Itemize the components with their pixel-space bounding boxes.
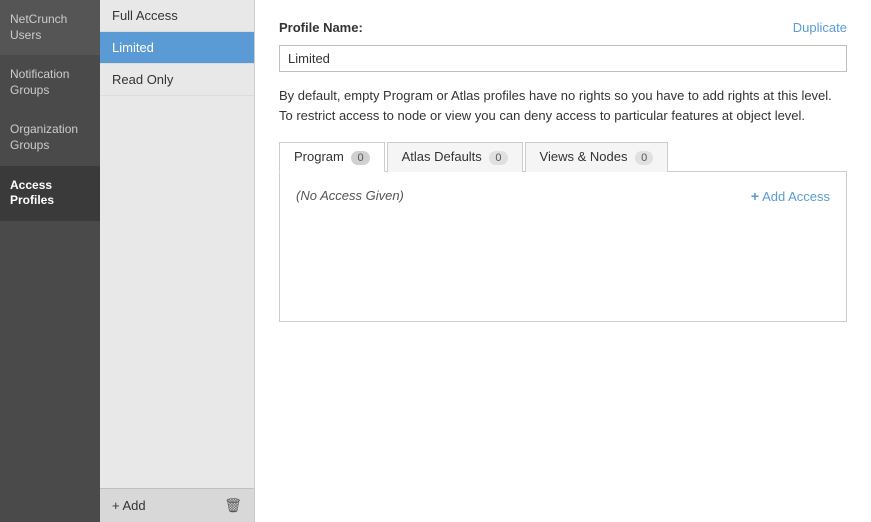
sidebar-item-label: Notification Groups: [10, 67, 90, 98]
sidebar-item-notification-groups[interactable]: Notification Groups: [0, 55, 100, 110]
sidebar-item-organization-groups[interactable]: Organization Groups: [0, 110, 100, 165]
tab-badge-views-nodes: 0: [635, 151, 653, 165]
no-access-text: (No Access Given): [296, 188, 404, 203]
add-access-label: Add Access: [762, 189, 830, 204]
tab-atlas-defaults[interactable]: Atlas Defaults 0: [387, 142, 523, 172]
profile-name-input[interactable]: [279, 45, 847, 72]
trash-icon: 🗑: [224, 497, 242, 513]
sidebar-item-label: Access Profiles: [10, 178, 90, 209]
profile-name-label: Profile Name:: [279, 20, 363, 35]
profile-header: Profile Name: Duplicate: [279, 20, 847, 35]
description-text: By default, empty Program or Atlas profi…: [279, 86, 847, 125]
tab-program[interactable]: Program 0: [279, 142, 385, 172]
profile-list-items: Full AccessLimitedRead Only: [100, 0, 254, 488]
tabs: Program 0Atlas Defaults 0Views & Nodes 0: [279, 141, 847, 172]
profile-list-item-full-access[interactable]: Full Access: [100, 0, 254, 32]
sidebar-item-netcrunch-users[interactable]: NetCrunch Users: [0, 0, 100, 55]
sidebar-item-label: NetCrunch Users: [10, 12, 90, 43]
add-profile-button[interactable]: + Add: [112, 498, 146, 513]
sidebar-item-access-profiles[interactable]: Access Profiles: [0, 166, 100, 221]
profile-list-item-limited[interactable]: Limited: [100, 32, 254, 64]
duplicate-link[interactable]: Duplicate: [793, 20, 847, 35]
delete-profile-button[interactable]: 🗑: [224, 497, 242, 514]
main-content: Profile Name: Duplicate By default, empt…: [255, 0, 871, 522]
add-profile-label: + Add: [112, 498, 146, 513]
profile-list-item-read-only[interactable]: Read Only: [100, 64, 254, 96]
sidebar: NetCrunch Users Notification Groups Organi…: [0, 0, 100, 522]
plus-icon: +: [751, 188, 759, 204]
tab-content: (No Access Given) + Add Access: [279, 172, 847, 322]
sidebar-item-label: Organization Groups: [10, 122, 90, 153]
add-access-button[interactable]: + Add Access: [751, 188, 830, 204]
tab-badge-atlas-defaults: 0: [489, 151, 507, 165]
profile-list: Full AccessLimitedRead Only + Add 🗑: [100, 0, 255, 522]
tab-badge-program: 0: [351, 151, 369, 165]
tab-views-nodes[interactable]: Views & Nodes 0: [525, 142, 669, 172]
profile-list-footer: + Add 🗑: [100, 488, 254, 522]
